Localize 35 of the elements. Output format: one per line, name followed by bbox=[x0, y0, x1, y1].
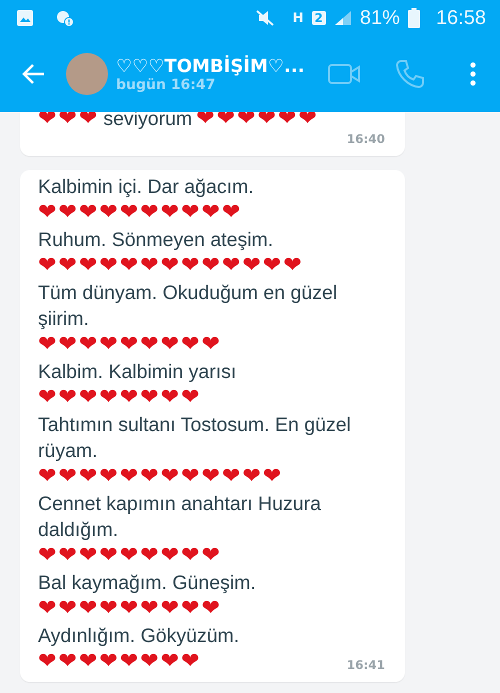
mute-icon bbox=[254, 9, 275, 27]
hearts-emoji: ❤❤❤❤❤❤❤❤❤ bbox=[38, 332, 222, 357]
contact-name[interactable]: ♡♡♡TOMBİŞİM♡... bbox=[116, 56, 328, 76]
hearts-emoji: ❤❤❤❤❤❤❤❤❤❤❤❤❤ bbox=[38, 253, 304, 278]
hearts-emoji: ❤❤❤❤❤❤❤❤❤❤❤❤ bbox=[38, 464, 284, 489]
hearts-emoji: ❤❤❤❤❤❤❤❤❤ bbox=[38, 543, 222, 568]
message-text: Cennet kapımın anahtarı Huzura daldığım. bbox=[38, 492, 322, 543]
message-time: 16:40 bbox=[346, 132, 385, 146]
notification-alert-icon bbox=[56, 9, 74, 27]
message-text: Aydınlığım. Gökyüzüm. bbox=[38, 624, 240, 649]
hearts-emoji: ❤❤❤❤❤❤❤❤ bbox=[38, 385, 202, 410]
message-text: Kalbim. Kalbimin yarısı bbox=[38, 360, 238, 385]
message-time: 16:41 bbox=[346, 658, 385, 672]
network-type-label: H bbox=[292, 10, 304, 26]
message-text: Tahtımın sultanı Tostosum. En güzel rüyam. bbox=[38, 413, 352, 464]
last-seen-text: bugün 16:47 bbox=[116, 76, 216, 92]
message-text: Tüm dünyam. Okuduğum en güzel şiirim. bbox=[38, 281, 338, 332]
hearts-emoji: ❤❤❤❤❤❤❤❤❤❤ bbox=[38, 200, 242, 225]
battery-percentage: 81% bbox=[360, 6, 400, 30]
sim-slot-badge: 2 bbox=[312, 11, 326, 25]
battery-icon bbox=[408, 8, 420, 28]
back-arrow-icon[interactable] bbox=[22, 63, 46, 85]
signal-icon bbox=[334, 10, 352, 26]
message-text: Ruhum. Sönmeyen ateşim. bbox=[38, 228, 274, 253]
phone-icon[interactable] bbox=[394, 58, 426, 90]
image-icon bbox=[16, 9, 34, 27]
message-text: seviyorum bbox=[103, 107, 192, 132]
more-options-icon[interactable] bbox=[470, 62, 476, 86]
hearts-emoji: ❤❤❤❤❤❤❤❤ bbox=[38, 649, 202, 674]
message-text: Kalbimin içi. Dar ağacım. bbox=[38, 175, 255, 200]
hearts-emoji: ❤❤❤❤❤❤❤❤❤ bbox=[38, 596, 222, 621]
status-time: 16:58 bbox=[436, 6, 486, 30]
video-camera-icon[interactable] bbox=[328, 63, 360, 85]
avatar-placeholder[interactable] bbox=[66, 53, 108, 95]
message-text: Bal kaymağım. Güneşim. bbox=[38, 571, 257, 596]
